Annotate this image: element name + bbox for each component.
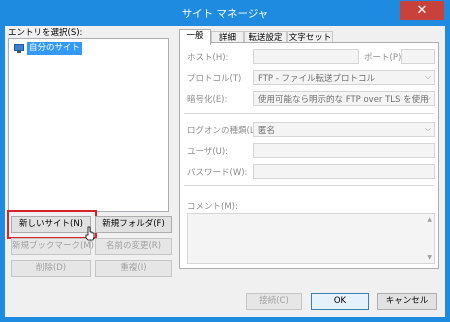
rename-button[interactable]: 名前の変更(R) <box>95 238 172 255</box>
close-button[interactable]: ✕ <box>400 1 444 20</box>
encryption-select[interactable]: 使用可能なら明示的な FTP over TLS を使用 ⌵ <box>253 91 435 106</box>
protocol-value: FTP - ファイル転送プロトコル <box>258 74 376 84</box>
general-panel: ホスト(H): ポート(P): プロトコル(T) FTP - ファイル転送プロト… <box>179 42 439 269</box>
port-label: ポート(P): <box>364 53 405 63</box>
connect-button[interactable]: 接続(C) <box>246 293 302 310</box>
tab-general[interactable]: 一般 <box>179 29 211 45</box>
encryption-label: 暗号化(E): <box>187 95 228 105</box>
highlight-box <box>7 210 97 239</box>
mouse-cursor-icon <box>85 226 95 241</box>
duplicate-button[interactable]: 重複(I) <box>95 260 172 277</box>
protocol-select[interactable]: FTP - ファイル転送プロトコル ⌵ <box>253 70 435 85</box>
site-monitor-icon <box>13 43 25 54</box>
site-manager-window: サイト マネージャ ✕ エントリを選択(S): 自分のサイト 新しいサイト(N)… <box>0 0 450 322</box>
user-label: ユーザ(U): <box>187 147 229 157</box>
chevron-down-icon: ⌵ <box>424 72 431 81</box>
comment-label: コメント(M): <box>187 202 238 212</box>
title-bar[interactable]: サイト マネージャ ✕ <box>0 0 450 26</box>
new-folder-button[interactable]: 新規フォルダ(F) <box>95 216 172 233</box>
scroll-down-icon[interactable]: ▼ <box>427 254 432 261</box>
delete-button[interactable]: 削除(D) <box>11 260 91 277</box>
tree-item-label: 自分のサイト <box>27 42 83 55</box>
entries-label: エントリを選択(S): <box>8 28 83 38</box>
new-bookmark-button[interactable]: 新規ブックマーク(M) <box>11 238 94 255</box>
ok-button[interactable]: OK <box>311 293 369 310</box>
dialog-client-area: エントリを選択(S): 自分のサイト 新しいサイト(N) 新規フォルダ(F) 新… <box>5 26 445 317</box>
chevron-down-icon: ⌵ <box>424 93 431 102</box>
site-tree[interactable]: 自分のサイト <box>8 38 169 212</box>
window-title: サイト マネージャ <box>181 8 269 20</box>
logon-type-label: ログオンの種類(L): <box>187 126 261 136</box>
cancel-button[interactable]: キャンセル <box>377 293 437 310</box>
protocol-label: プロトコル(T) <box>187 74 242 84</box>
encryption-value: 使用可能なら明示的な FTP over TLS を使用 <box>258 95 429 105</box>
divider <box>184 185 434 186</box>
password-input[interactable] <box>253 164 435 179</box>
divider <box>184 113 434 114</box>
scroll-up-icon[interactable]: ▲ <box>427 216 432 223</box>
close-icon: ✕ <box>416 3 428 18</box>
password-label: パスワード(W): <box>187 168 248 178</box>
comment-textarea[interactable]: ▲ ▼ <box>187 213 435 264</box>
chevron-down-icon: ⌵ <box>424 124 431 133</box>
logon-type-select[interactable]: 匿名 ⌵ <box>253 122 435 137</box>
host-input[interactable] <box>253 49 359 64</box>
tree-item-my-sites[interactable]: 自分のサイト <box>13 42 83 55</box>
host-label: ホスト(H): <box>187 53 229 63</box>
logon-type-value: 匿名 <box>258 126 276 136</box>
user-input[interactable] <box>253 143 435 158</box>
port-input[interactable] <box>401 49 435 64</box>
